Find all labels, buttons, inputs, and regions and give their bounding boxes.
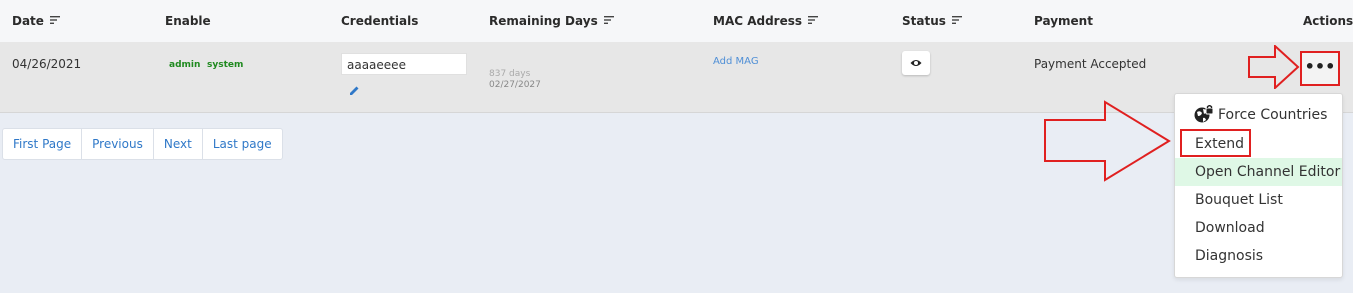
edit-pencil-icon[interactable] bbox=[349, 85, 360, 96]
first-page-button[interactable]: First Page bbox=[3, 129, 83, 159]
annotation-highlight-box bbox=[1180, 129, 1251, 157]
menu-item-open-channel-editor[interactable]: Open Channel Editor bbox=[1175, 158, 1342, 186]
expiry-date: 02/27/2027 bbox=[489, 80, 541, 90]
sort-icon bbox=[49, 16, 60, 24]
sort-icon bbox=[951, 16, 962, 24]
column-header-payment: Payment bbox=[1034, 14, 1093, 28]
menu-item-diagnosis[interactable]: Diagnosis bbox=[1175, 242, 1342, 270]
actions-menu-button[interactable]: ••• bbox=[1300, 51, 1340, 86]
column-header-actions: Actions bbox=[1303, 14, 1353, 28]
sort-icon bbox=[808, 16, 819, 24]
actions-dropdown-menu: Force Countries Extend Open Channel Edit… bbox=[1174, 93, 1343, 278]
add-mag-link[interactable]: Add MAG bbox=[713, 56, 759, 67]
credentials-field[interactable]: aaaaeeee bbox=[341, 53, 467, 75]
next-page-button[interactable]: Next bbox=[154, 129, 203, 159]
menu-item-download[interactable]: Download bbox=[1175, 214, 1342, 242]
payment-status: Payment Accepted bbox=[1034, 57, 1147, 71]
previous-page-button[interactable]: Previous bbox=[82, 129, 154, 159]
table-header: Date Enable Credentials Remaining Days M… bbox=[0, 0, 1353, 43]
annotation-arrow-right-icon bbox=[1044, 100, 1171, 182]
last-page-button[interactable]: Last page bbox=[203, 129, 282, 159]
column-header-remaining-days[interactable]: Remaining Days bbox=[489, 14, 614, 28]
annotation-arrow-right-icon bbox=[1248, 45, 1300, 89]
enable-tag-admin[interactable]: admin bbox=[169, 60, 200, 70]
pagination: First Page Previous Next Last page bbox=[2, 128, 283, 160]
status-view-button[interactable] bbox=[902, 51, 930, 75]
column-header-mac-address[interactable]: MAC Address bbox=[713, 14, 819, 28]
column-header-status[interactable]: Status bbox=[902, 14, 962, 28]
enable-tag-system[interactable]: system bbox=[207, 60, 243, 70]
column-header-credentials: Credentials bbox=[341, 14, 419, 28]
menu-item-force-countries[interactable]: Force Countries bbox=[1175, 101, 1342, 129]
remaining-days: 837 days bbox=[489, 69, 531, 79]
eye-icon bbox=[910, 60, 922, 66]
column-header-date[interactable]: Date bbox=[12, 14, 60, 28]
menu-item-bouquet-list[interactable]: Bouquet List bbox=[1175, 186, 1342, 214]
sort-icon bbox=[603, 16, 614, 24]
column-header-enable: Enable bbox=[165, 14, 211, 28]
date-cell: 04/26/2021 bbox=[12, 57, 82, 71]
